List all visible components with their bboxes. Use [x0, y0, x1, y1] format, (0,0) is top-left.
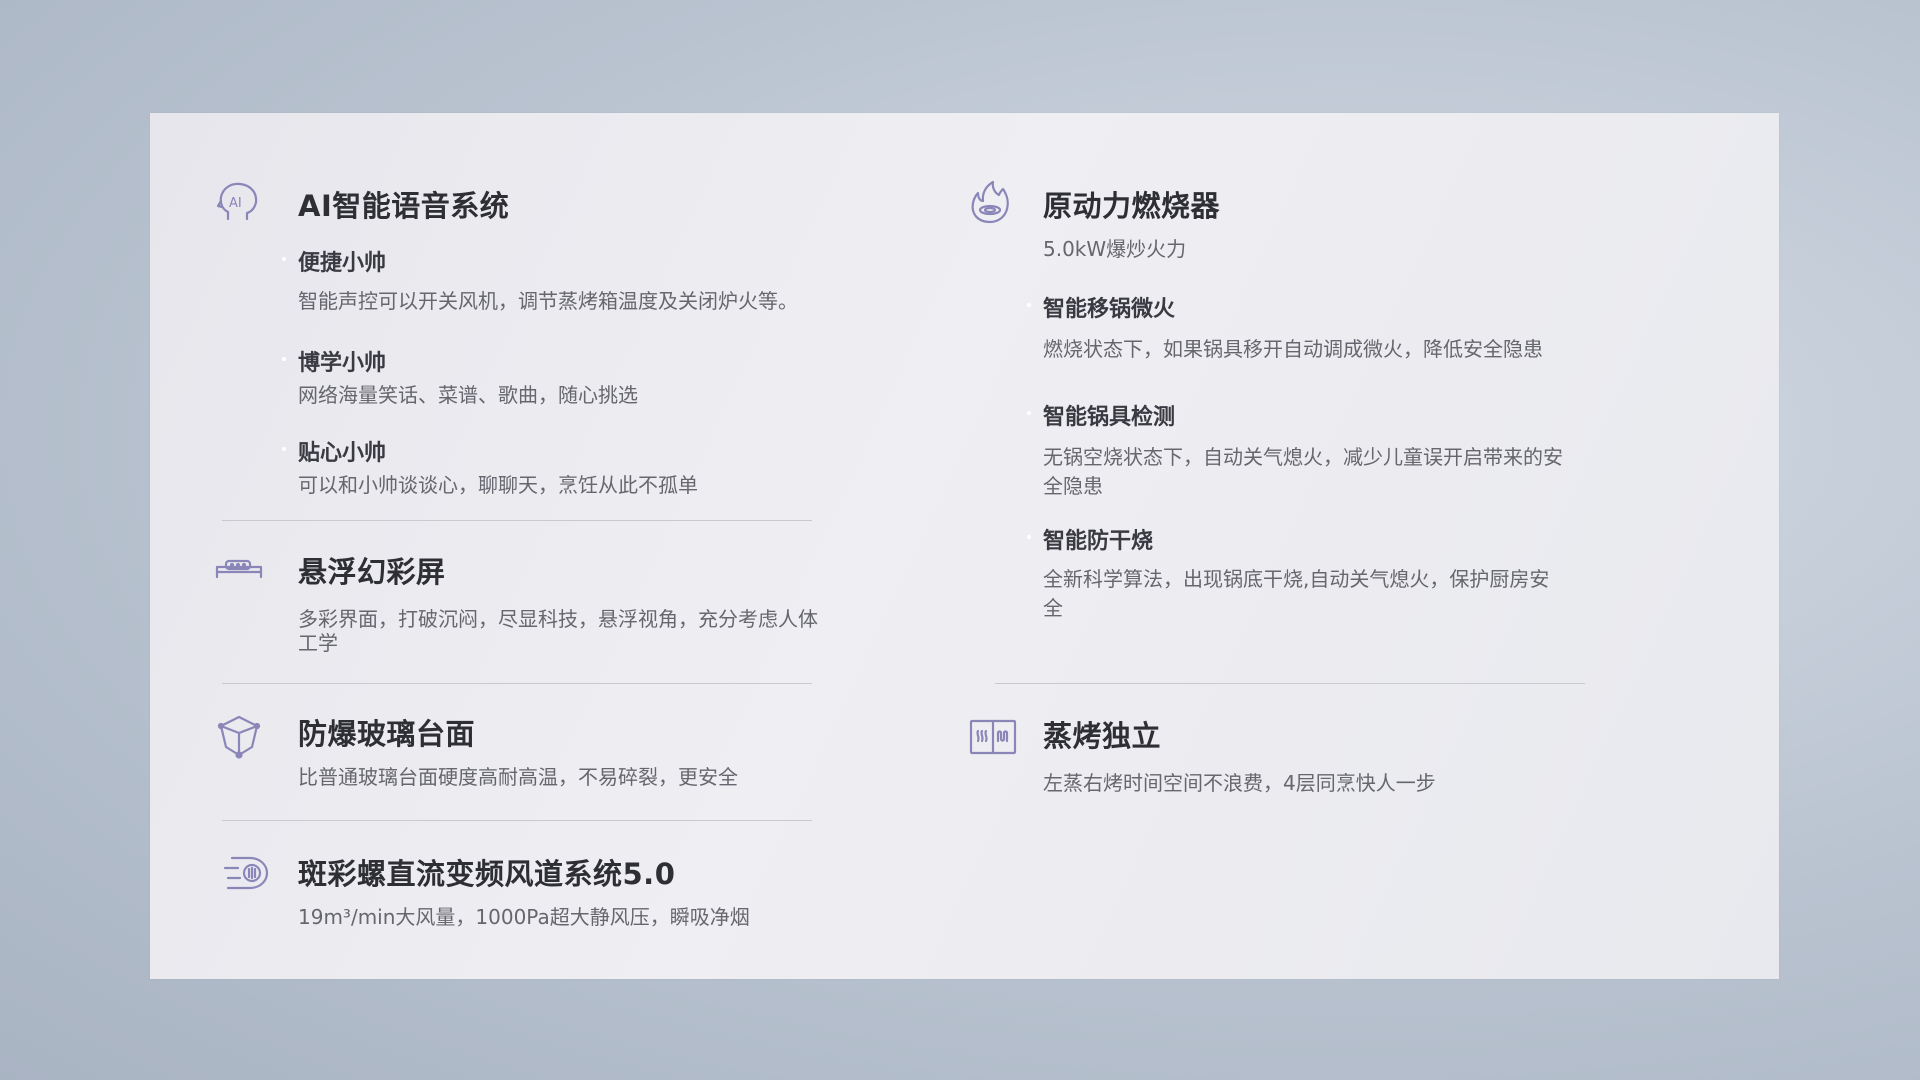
- burner-title: 原动力燃烧器: [1043, 189, 1221, 223]
- floating-screen-icon: [214, 545, 264, 595]
- burner-item-2-desc: 无锅空烧状态下，自动关气熄火，减少儿童误开启带来的安全隐患: [1043, 445, 1563, 498]
- voice-item-2-desc: 网络海量笑话、菜谱、歌曲，随心挑选: [298, 383, 638, 407]
- divider: [995, 683, 1585, 684]
- glass-shield-icon: [214, 711, 264, 761]
- flame-burner-icon: [965, 177, 1015, 227]
- svg-text:AI: AI: [229, 196, 242, 211]
- glass-desc: 比普通玻璃台面硬度高耐高温，不易碎裂，更安全: [298, 765, 738, 789]
- steam-desc: 左蒸右烤时间空间不浪费，4层同烹快人一步: [1043, 771, 1436, 795]
- burner-item-1-desc: 燃烧状态下，如果锅具移开自动调成微火，降低安全隐患: [1043, 337, 1543, 361]
- ai-head-icon: AI: [214, 179, 264, 229]
- airflow-fan-icon: [222, 848, 272, 898]
- voice-item-1-title: 便捷小帅: [281, 245, 386, 277]
- airflow-title: 斑彩螺直流变频风道系统5.0: [298, 857, 676, 891]
- steam-oven-icon: [968, 711, 1018, 761]
- divider: [222, 520, 812, 521]
- divider: [222, 820, 812, 821]
- voice-title: AI智能语音系统: [298, 189, 510, 223]
- steam-title: 蒸烤独立: [1043, 719, 1162, 753]
- voice-item-1-desc: 智能声控可以开关风机，调节蒸烤箱温度及关闭炉火等。: [298, 289, 798, 313]
- voice-item-2-title: 博学小帅: [281, 345, 386, 377]
- feature-panel: AI AI智能语音系统 便捷小帅 智能声控可以开关风机，调节蒸烤箱温度及关闭炉火…: [150, 113, 1779, 979]
- burner-item-2-title: 智能锅具检测: [1026, 399, 1175, 431]
- burner-desc: 5.0kW爆炒火力: [1043, 237, 1187, 261]
- screen-desc: 多彩界面，打破沉闷，尽显科技，悬浮视角，充分考虑人体工学: [298, 607, 818, 655]
- screen-title: 悬浮幻彩屏: [298, 555, 446, 589]
- burner-item-1-title: 智能移锅微火: [1026, 291, 1175, 323]
- voice-item-3-title: 贴心小帅: [281, 435, 386, 467]
- airflow-desc: 19m³/min大风量，1000Pa超大静风压，瞬吸净烟: [298, 905, 750, 929]
- voice-item-3-desc: 可以和小帅谈谈心，聊聊天，烹饪从此不孤单: [298, 473, 698, 497]
- glass-title: 防爆玻璃台面: [298, 717, 476, 751]
- burner-item-3-title: 智能防干烧: [1026, 523, 1153, 555]
- divider: [222, 683, 812, 684]
- burner-item-3-desc: 全新科学算法，出现锅底干烧,自动关气熄火，保护厨房安全: [1043, 567, 1550, 620]
